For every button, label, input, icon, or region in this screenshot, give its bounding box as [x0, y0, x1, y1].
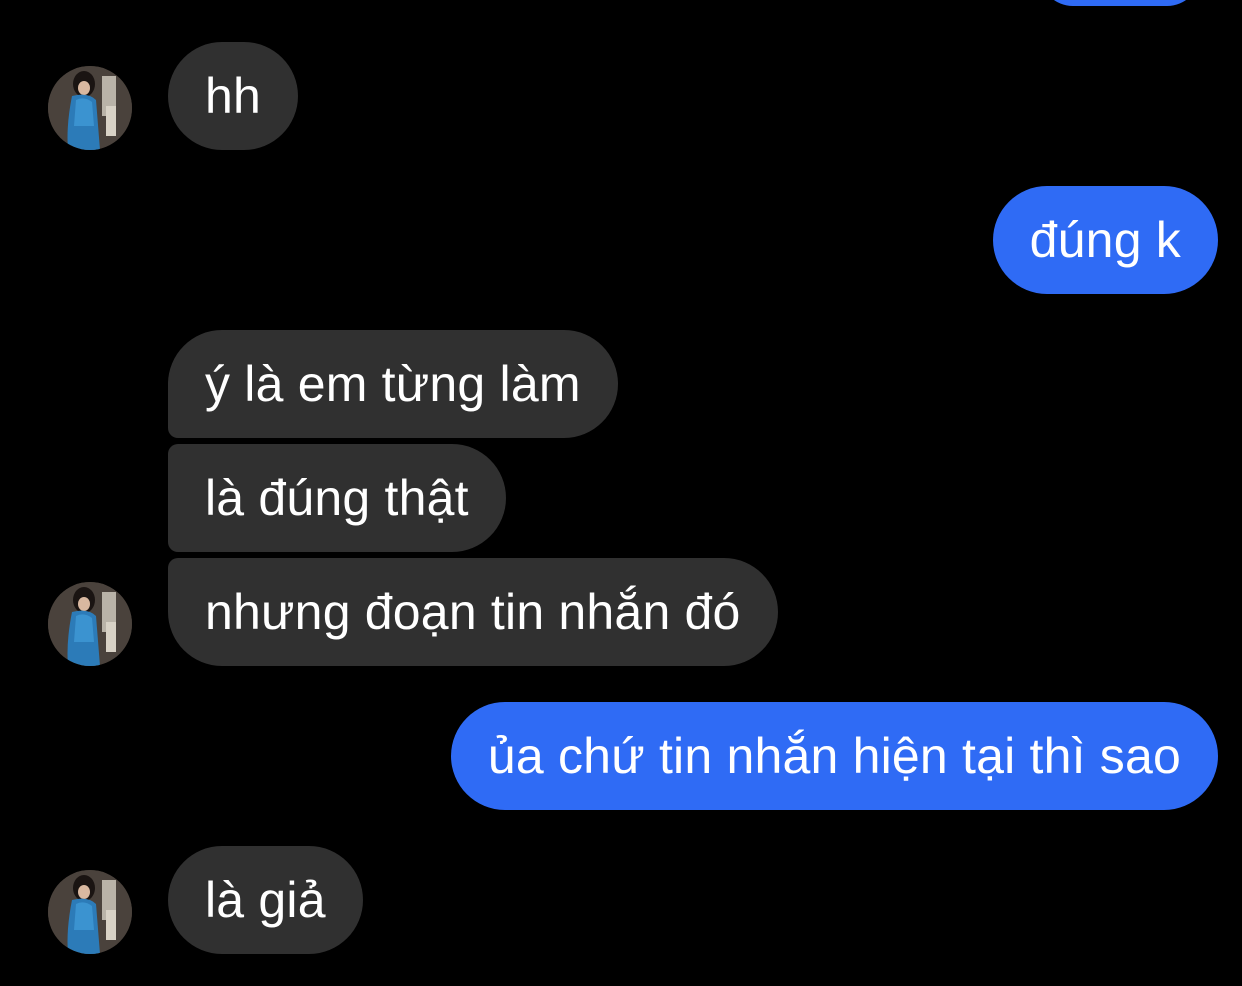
message-text: đúng k [1029, 212, 1181, 268]
message-text: ý là em từng làm [205, 356, 581, 412]
contact-avatar-icon[interactable] [48, 870, 132, 954]
avatar-photo [48, 66, 132, 150]
contact-avatar-icon[interactable] [48, 66, 132, 150]
outgoing-bubble-partial[interactable] [1040, 0, 1200, 6]
incoming-message-bubble[interactable]: là giả [168, 846, 363, 954]
incoming-message-bubble[interactable]: hh [168, 42, 299, 150]
message-text: hh [205, 68, 262, 124]
message-text: nhưng đoạn tin nhắn đó [205, 584, 741, 640]
contact-avatar-icon[interactable] [48, 582, 132, 666]
message-text: là đúng thật [205, 470, 469, 526]
outgoing-message-bubble[interactable]: ủa chứ tin nhắn hiện tại thì sao [450, 702, 1218, 810]
message-text: ủa chứ tin nhắn hiện tại thì sao [487, 728, 1181, 784]
avatar-photo [48, 870, 132, 954]
incoming-message-bubble[interactable]: là đúng thật [168, 444, 506, 552]
incoming-message-bubble[interactable]: nhưng đoạn tin nhắn đó [168, 558, 778, 666]
incoming-message-bubble[interactable]: ý là em từng làm [168, 330, 618, 438]
avatar-photo [48, 582, 132, 666]
outgoing-message-bubble[interactable]: đúng k [992, 186, 1218, 294]
message-text: là giả [205, 872, 326, 928]
